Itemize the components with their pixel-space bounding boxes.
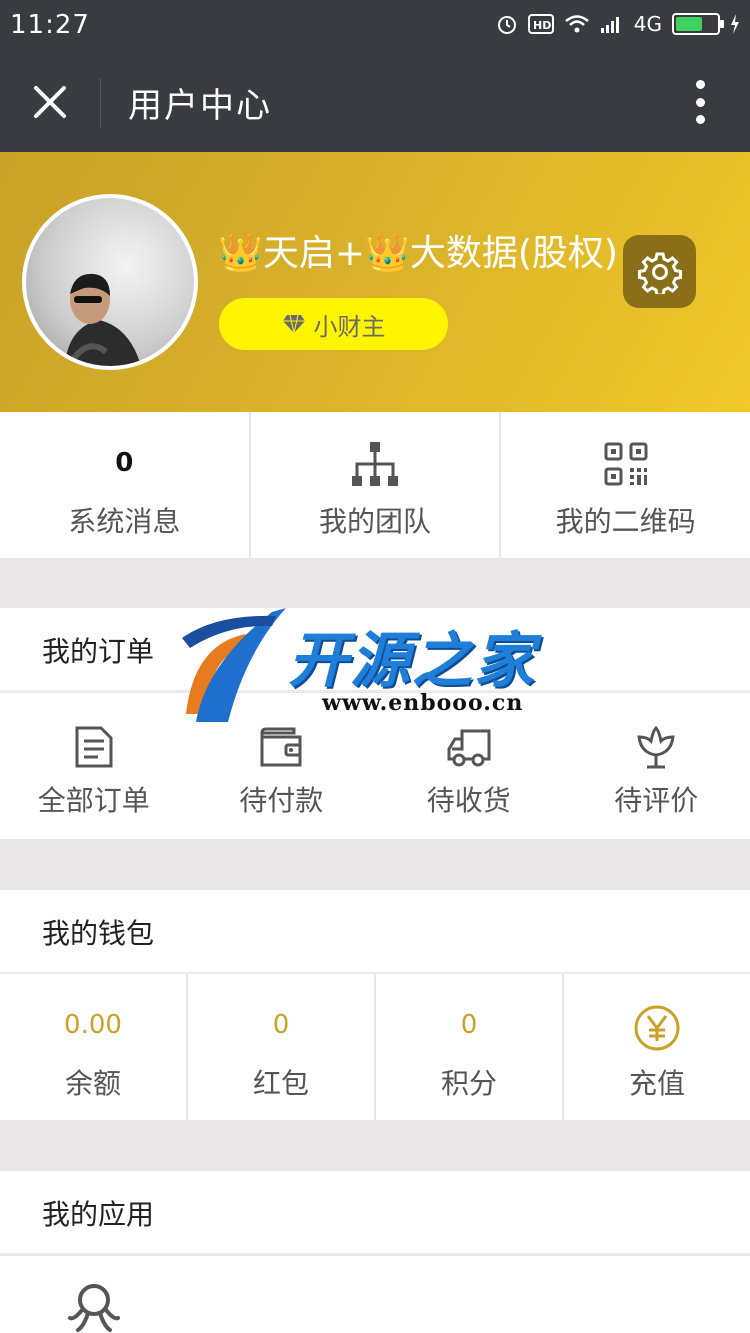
- document-icon: [75, 726, 113, 768]
- yen-icon: [634, 1005, 680, 1051]
- apps-row: [0, 1256, 750, 1333]
- more-menu-icon[interactable]: [690, 80, 710, 124]
- points-value: 0: [460, 1010, 478, 1040]
- system-messages[interactable]: 0 系统消息: [0, 412, 251, 558]
- watermark-url: www.enbooo.cn: [322, 690, 524, 716]
- hd-icon: HD: [527, 14, 554, 34]
- gear-icon: [637, 252, 682, 294]
- wallet-header[interactable]: 我的钱包: [0, 890, 750, 974]
- watermark: 开源之家 www.enbooo.cn: [176, 604, 576, 724]
- truck-icon: [447, 729, 491, 767]
- signal-icon: [600, 17, 619, 33]
- wallet-label: 积分: [440, 1067, 497, 1100]
- stats-label: 我的团队: [319, 505, 432, 538]
- points[interactable]: 0 积分: [376, 974, 564, 1120]
- flower-icon: [637, 725, 675, 769]
- settings-button[interactable]: [623, 235, 696, 308]
- qrcode-icon: [604, 442, 648, 486]
- avatar-photo: [64, 273, 141, 366]
- title-divider: [100, 78, 101, 128]
- level-label: 小财主: [313, 312, 386, 341]
- page-title: 用户中心: [128, 86, 272, 126]
- status-time: 11:27: [10, 10, 90, 40]
- diamond-icon: [282, 314, 305, 334]
- profile-header: 👑天启+👑大数据(股权) 小财主: [0, 152, 750, 412]
- network-type: 4G: [633, 12, 662, 36]
- status-icons: HD 4G: [496, 12, 740, 36]
- orders-title: 我的订单: [42, 635, 155, 668]
- my-team[interactable]: 我的团队: [251, 412, 502, 558]
- balance-value: 0.00: [64, 1010, 122, 1040]
- status-bar: 11:27 HD 4G: [0, 0, 750, 52]
- close-icon[interactable]: [28, 80, 72, 124]
- red-packet[interactable]: 0 红包: [188, 974, 376, 1120]
- wallet-label: 充值: [628, 1067, 685, 1100]
- order-label: 待评价: [614, 784, 699, 817]
- wallet-row: 0.00 余额 0 红包 0 积分 充值: [0, 974, 750, 1120]
- my-qrcode[interactable]: 我的二维码: [501, 412, 750, 558]
- charging-icon: [731, 14, 739, 34]
- battery-icon: [672, 13, 724, 35]
- level-badge[interactable]: 小财主: [219, 298, 448, 350]
- order-label: 待收货: [426, 784, 511, 817]
- balance[interactable]: 0.00 余额: [0, 974, 188, 1120]
- avatar[interactable]: [22, 194, 198, 370]
- wallet-icon: [260, 727, 302, 767]
- order-label: 待付款: [239, 784, 324, 817]
- sitemap-icon: [352, 442, 398, 486]
- wifi-icon: [564, 15, 589, 33]
- wallet-label: 红包: [252, 1067, 309, 1100]
- apps-header[interactable]: 我的应用: [0, 1171, 750, 1255]
- wallet-title: 我的钱包: [42, 917, 155, 950]
- svg-text:HD: HD: [533, 19, 551, 32]
- octopus-app-icon[interactable]: [66, 1282, 122, 1333]
- wallet-label: 余额: [64, 1067, 121, 1100]
- apps-title: 我的应用: [42, 1198, 155, 1231]
- red-packet-value: 0: [272, 1010, 290, 1040]
- stats-label: 我的二维码: [555, 505, 696, 538]
- stats-label: 系统消息: [68, 505, 181, 538]
- username: 👑天启+👑大数据(股权): [218, 233, 618, 274]
- all-orders[interactable]: 全部订单: [0, 693, 188, 839]
- message-count: 0: [115, 448, 134, 478]
- stats-row: 0 系统消息 我的团队 我的二维码: [0, 412, 750, 558]
- alarm-icon: [497, 16, 516, 34]
- order-label: 全部订单: [37, 784, 150, 817]
- watermark-logo: [182, 608, 286, 722]
- watermark-brand: 开源之家: [288, 626, 536, 696]
- pending-review[interactable]: 待评价: [563, 693, 750, 839]
- title-bar: 用户中心: [0, 52, 750, 152]
- recharge[interactable]: 充值: [564, 974, 750, 1120]
